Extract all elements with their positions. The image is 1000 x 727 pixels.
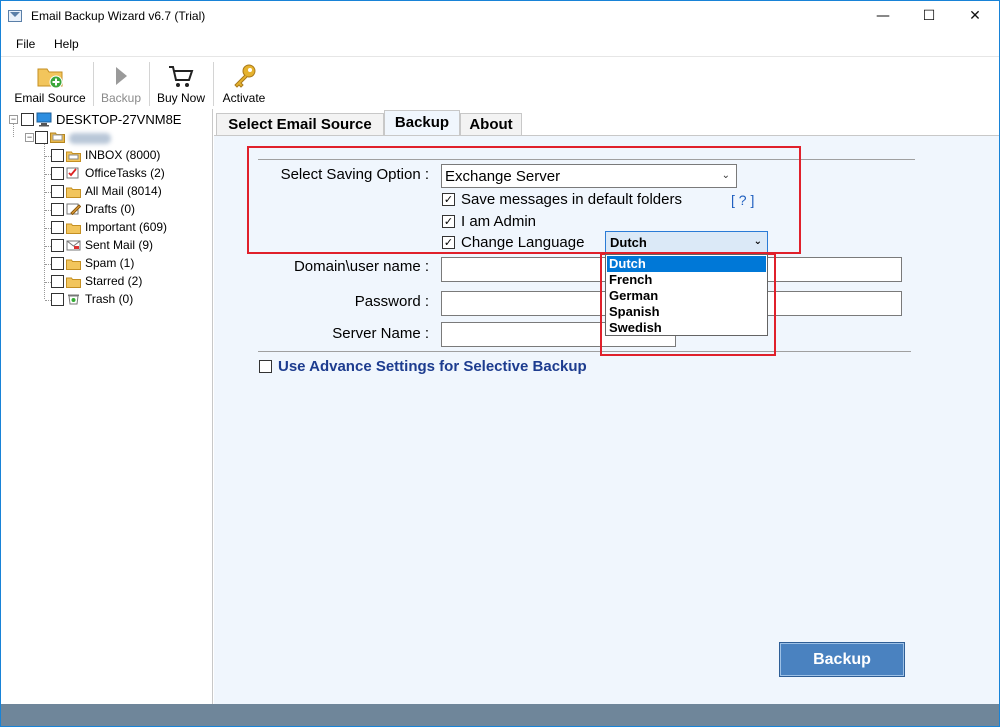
folder-checkbox[interactable] xyxy=(51,167,64,180)
toolbar-separator xyxy=(149,62,150,106)
email-source-button[interactable]: Email Source xyxy=(11,60,89,108)
title-bar: Email Backup Wizard v6.7 (Trial) — ☐ ✕ xyxy=(1,1,999,32)
buy-now-button[interactable]: Buy Now xyxy=(152,60,210,108)
app-icon xyxy=(8,10,22,22)
tree-account[interactable]: − xyxy=(1,129,213,147)
folder-checkbox[interactable] xyxy=(51,293,64,306)
tasks-icon xyxy=(66,167,79,179)
highlight-box xyxy=(247,146,801,254)
language-option-german[interactable]: German xyxy=(607,288,766,304)
sent-mail-icon xyxy=(66,240,81,251)
play-icon xyxy=(116,67,127,85)
tree-root-checkbox[interactable] xyxy=(21,113,34,126)
tab-backup[interactable]: Backup xyxy=(384,110,460,136)
tab-bar: Select Email Source Backup About xyxy=(214,109,999,136)
folder-icon xyxy=(66,277,81,288)
language-option-dutch[interactable]: Dutch xyxy=(607,256,766,272)
language-option-spanish[interactable]: Spanish xyxy=(607,304,766,320)
window-title: Email Backup Wizard v6.7 (Trial) xyxy=(31,9,206,23)
folder-checkbox[interactable] xyxy=(51,185,64,198)
minimize-button[interactable]: — xyxy=(860,1,906,32)
folder-checkbox[interactable] xyxy=(51,221,64,234)
language-option-french[interactable]: French xyxy=(607,272,766,288)
account-folder-icon xyxy=(50,132,65,143)
toolbar-separator xyxy=(93,62,94,106)
folder-checkbox[interactable] xyxy=(51,203,64,216)
folder-item[interactable]: Sent Mail (9) xyxy=(1,237,213,255)
app-window: Email Backup Wizard v6.7 (Trial) — ☐ ✕ F… xyxy=(0,0,1000,727)
maximize-button[interactable]: ☐ xyxy=(906,1,952,32)
account-checkbox[interactable] xyxy=(35,131,48,144)
tree-root[interactable]: − DESKTOP-27VNM8E xyxy=(1,111,213,129)
redacted-account-name xyxy=(69,133,111,144)
collapse-icon[interactable]: − xyxy=(25,133,34,142)
server-name-label: Server Name : xyxy=(332,325,429,342)
language-option-swedish[interactable]: Swedish xyxy=(607,320,766,336)
toolbar-separator xyxy=(213,62,214,106)
backup-toolbar-button[interactable]: Backup xyxy=(96,60,146,108)
menu-help[interactable]: Help xyxy=(54,37,79,51)
domain-user-label: Domain\user name : xyxy=(293,258,429,275)
folder-checkbox[interactable] xyxy=(51,275,64,288)
folder-item[interactable]: OfficeTasks (2) xyxy=(1,165,213,183)
add-folder-icon xyxy=(37,68,63,89)
folder-item[interactable]: Starred (2) xyxy=(1,273,213,291)
close-button[interactable]: ✕ xyxy=(952,1,998,32)
folder-icon xyxy=(66,259,81,270)
folder-item[interactable]: Spam (1) xyxy=(1,255,213,273)
folder-icon xyxy=(66,223,81,234)
drafts-icon xyxy=(66,203,81,215)
folder-checkbox[interactable] xyxy=(51,149,64,162)
folder-item[interactable]: Drafts (0) xyxy=(1,201,213,219)
status-bar xyxy=(1,704,999,726)
separator-bottom xyxy=(258,351,911,352)
computer-icon xyxy=(36,112,52,127)
toolbar: Email Source Backup Buy Now Activate xyxy=(1,56,999,109)
language-dropdown: Dutch French German Spanish Swedish xyxy=(605,254,768,336)
collapse-icon[interactable]: − xyxy=(9,115,18,124)
inbox-folder-icon xyxy=(66,151,81,162)
backup-button[interactable]: Backup xyxy=(779,642,905,677)
backup-panel: Select Saving Option : Exchange Server ⌄… xyxy=(214,135,999,704)
folder-item[interactable]: All Mail (8014) xyxy=(1,183,213,201)
key-icon xyxy=(234,64,256,88)
menu-file[interactable]: File xyxy=(16,37,35,51)
folder-icon xyxy=(66,187,81,198)
advance-settings-checkbox[interactable] xyxy=(259,360,272,373)
tab-select-email-source[interactable]: Select Email Source xyxy=(216,113,384,135)
folder-tree: − DESKTOP-27VNM8E − INBOX (8000) OfficeT… xyxy=(1,109,213,704)
folder-item[interactable]: Trash (0) xyxy=(1,291,213,309)
password-label: Password : xyxy=(354,293,429,310)
folder-checkbox[interactable] xyxy=(51,257,64,270)
shopping-cart-icon xyxy=(169,66,194,87)
folder-item[interactable]: Important (609) xyxy=(1,219,213,237)
folder-item[interactable]: INBOX (8000) xyxy=(1,147,213,165)
activate-button[interactable]: Activate xyxy=(216,60,272,108)
folder-checkbox[interactable] xyxy=(51,239,64,252)
tab-about[interactable]: About xyxy=(460,113,522,135)
menu-bar: File Help xyxy=(1,32,999,56)
trash-icon xyxy=(68,294,79,305)
